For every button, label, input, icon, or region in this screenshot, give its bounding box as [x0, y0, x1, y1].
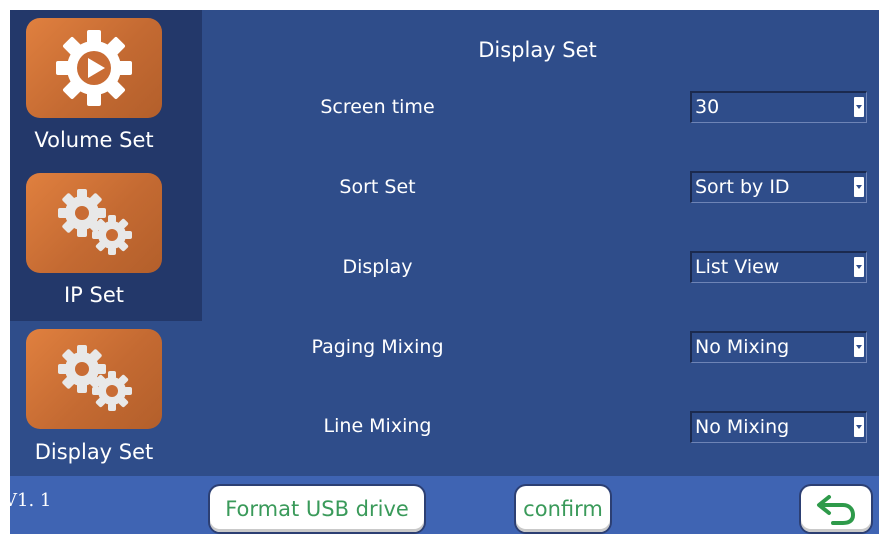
sidebar: Volume Set IP Set Display Set — [10, 10, 202, 476]
paging-mixing-label: Paging Mixing — [311, 336, 444, 358]
select-value: 30 — [695, 96, 720, 118]
sidebar-item-label: IP Set — [63, 283, 125, 307]
chevron-down-icon — [854, 177, 864, 197]
sort-set-select[interactable]: Sort by ID — [690, 171, 867, 203]
confirm-button[interactable]: confirm — [516, 486, 610, 532]
screen-time-select[interactable]: 30 — [690, 91, 867, 123]
select-value: No Mixing — [695, 336, 790, 358]
paging-mixing-select[interactable]: No Mixing — [690, 331, 867, 363]
select-value: List View — [695, 256, 780, 278]
back-button[interactable] — [801, 486, 871, 532]
version-label: V1. 1 — [4, 490, 52, 511]
format-usb-button[interactable]: Format USB drive — [210, 486, 424, 532]
sidebar-item-volume-set[interactable]: Volume Set — [10, 10, 202, 165]
chevron-down-icon — [854, 257, 864, 277]
display-select[interactable]: List View — [690, 251, 867, 283]
sort-set-label: Sort Set — [339, 176, 416, 198]
chevron-down-icon — [854, 97, 864, 117]
screen-time-label: Screen time — [320, 96, 435, 118]
gears-icon — [26, 329, 162, 429]
line-mixing-label: Line Mixing — [323, 415, 432, 437]
chevron-down-icon — [854, 417, 864, 437]
select-value: Sort by ID — [695, 176, 790, 198]
select-value: No Mixing — [695, 416, 790, 438]
display-label: Display — [342, 256, 413, 278]
chevron-down-icon — [854, 337, 864, 357]
sidebar-item-ip-set[interactable]: IP Set — [10, 165, 202, 320]
page-title: Display Set — [478, 38, 597, 62]
play-gear-icon — [26, 18, 162, 118]
sidebar-item-label: Volume Set — [34, 128, 154, 152]
sidebar-item-label: Display Set — [34, 440, 154, 464]
sidebar-item-display-set[interactable]: Display Set — [10, 321, 202, 476]
return-arrow-icon — [817, 495, 856, 525]
gears-icon — [26, 173, 162, 273]
display-set-screen: Volume Set IP Set Display Set Display Se… — [4, 10, 879, 534]
line-mixing-select[interactable]: No Mixing — [690, 411, 867, 443]
bottom-bar: V1. 1 Format USB drive confirm — [4, 476, 879, 534]
